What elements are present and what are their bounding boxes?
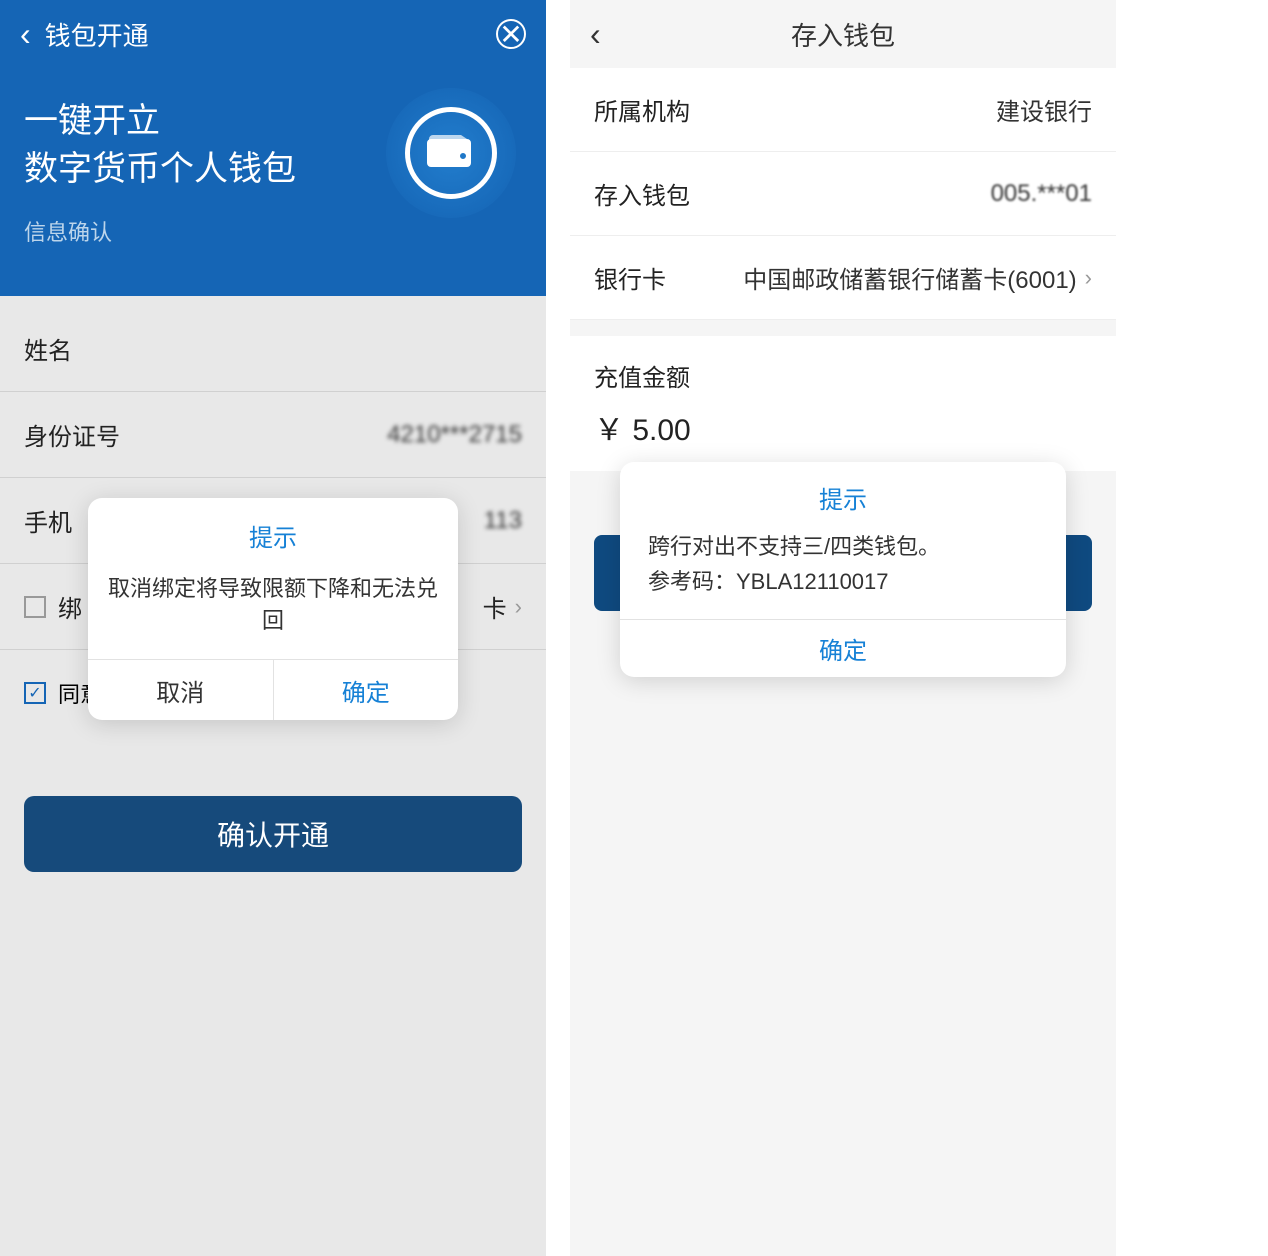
header-hero: ‹ 钱包开通 ✕ 一键开立 数字货币个人钱包 信息确认 [0,0,546,296]
org-value: 建设银行 [996,92,1092,127]
hero-title-line2: 数字货币个人钱包 [24,146,296,194]
hero-title-line1: 一键开立 [24,98,296,146]
cancel-button[interactable]: 取消 [88,660,274,720]
chevron-right-icon: › [1085,265,1092,291]
ok-button[interactable]: 确定 [274,660,459,720]
screen-wallet-open: ‹ 钱包开通 ✕ 一键开立 数字货币个人钱包 信息确认 姓名 身份证号 [0,0,546,1256]
row-deposit-wallet: 存入钱包 005.***01 [570,152,1116,236]
alert-dialog: 提示 取消绑定将导致限额下降和无法兑回 取消 确定 [88,498,458,720]
org-label: 所属机构 [594,92,690,127]
dialog-title: 提示 [620,462,1066,521]
amount-value: ￥ 5.00 [570,399,1116,471]
wallet-label: 存入钱包 [594,176,690,211]
hero-subtitle: 信息确认 [24,215,296,247]
wallet-value: 005.***01 [991,180,1092,208]
row-bank-card[interactable]: 银行卡 中国邮政储蓄银行储蓄卡(6001) › [570,236,1116,320]
bind-label: 绑 [58,589,82,624]
card-value: 中国邮政储蓄银行储蓄卡(6001) [743,260,1076,295]
close-icon[interactable]: ✕ [496,19,526,49]
confirm-open-button[interactable]: 确认开通 [24,796,522,872]
phone-label: 手机 [24,503,72,538]
wallet-icon [386,88,516,218]
row-institution: 所属机构 建设银行 [570,68,1116,152]
nav-bar: ‹ 存入钱包 [570,0,1116,68]
screen-deposit: ‹ 存入钱包 所属机构 建设银行 存入钱包 005.***01 银行卡 中国邮政… [570,0,1116,1256]
chevron-right-icon: › [515,594,522,620]
agree-checkbox[interactable]: ✓ [24,682,46,704]
bind-suffix: 卡 [483,589,507,624]
alert-dialog: 提示 跨行对出不支持三/四类钱包。 参考码：YBLA12110017 确定 [620,462,1066,677]
card-label: 银行卡 [594,260,666,295]
id-label: 身份证号 [24,417,120,452]
phone-value: 113 [484,507,522,535]
nav-bar: ‹ 钱包开通 ✕ [0,0,546,68]
page-title: 存入钱包 [570,16,1116,53]
name-label: 姓名 [24,331,72,366]
row-name[interactable]: 姓名 [0,306,546,392]
dialog-body-line1: 跨行对出不支持三/四类钱包。 [648,529,1038,564]
id-value: 4210***2715 [387,421,522,449]
ok-button[interactable]: 确定 [620,619,1066,677]
bind-checkbox[interactable] [24,596,46,618]
dialog-body-line2: 参考码：YBLA12110017 [648,564,1038,599]
dialog-title: 提示 [88,498,458,559]
page-title: 钱包开通 [45,16,149,53]
amount-label: 充值金额 [570,336,1116,399]
back-icon[interactable]: ‹ [20,16,31,53]
row-id[interactable]: 身份证号 4210***2715 [0,392,546,478]
dialog-body: 取消绑定将导致限额下降和无法兑回 [88,559,458,659]
